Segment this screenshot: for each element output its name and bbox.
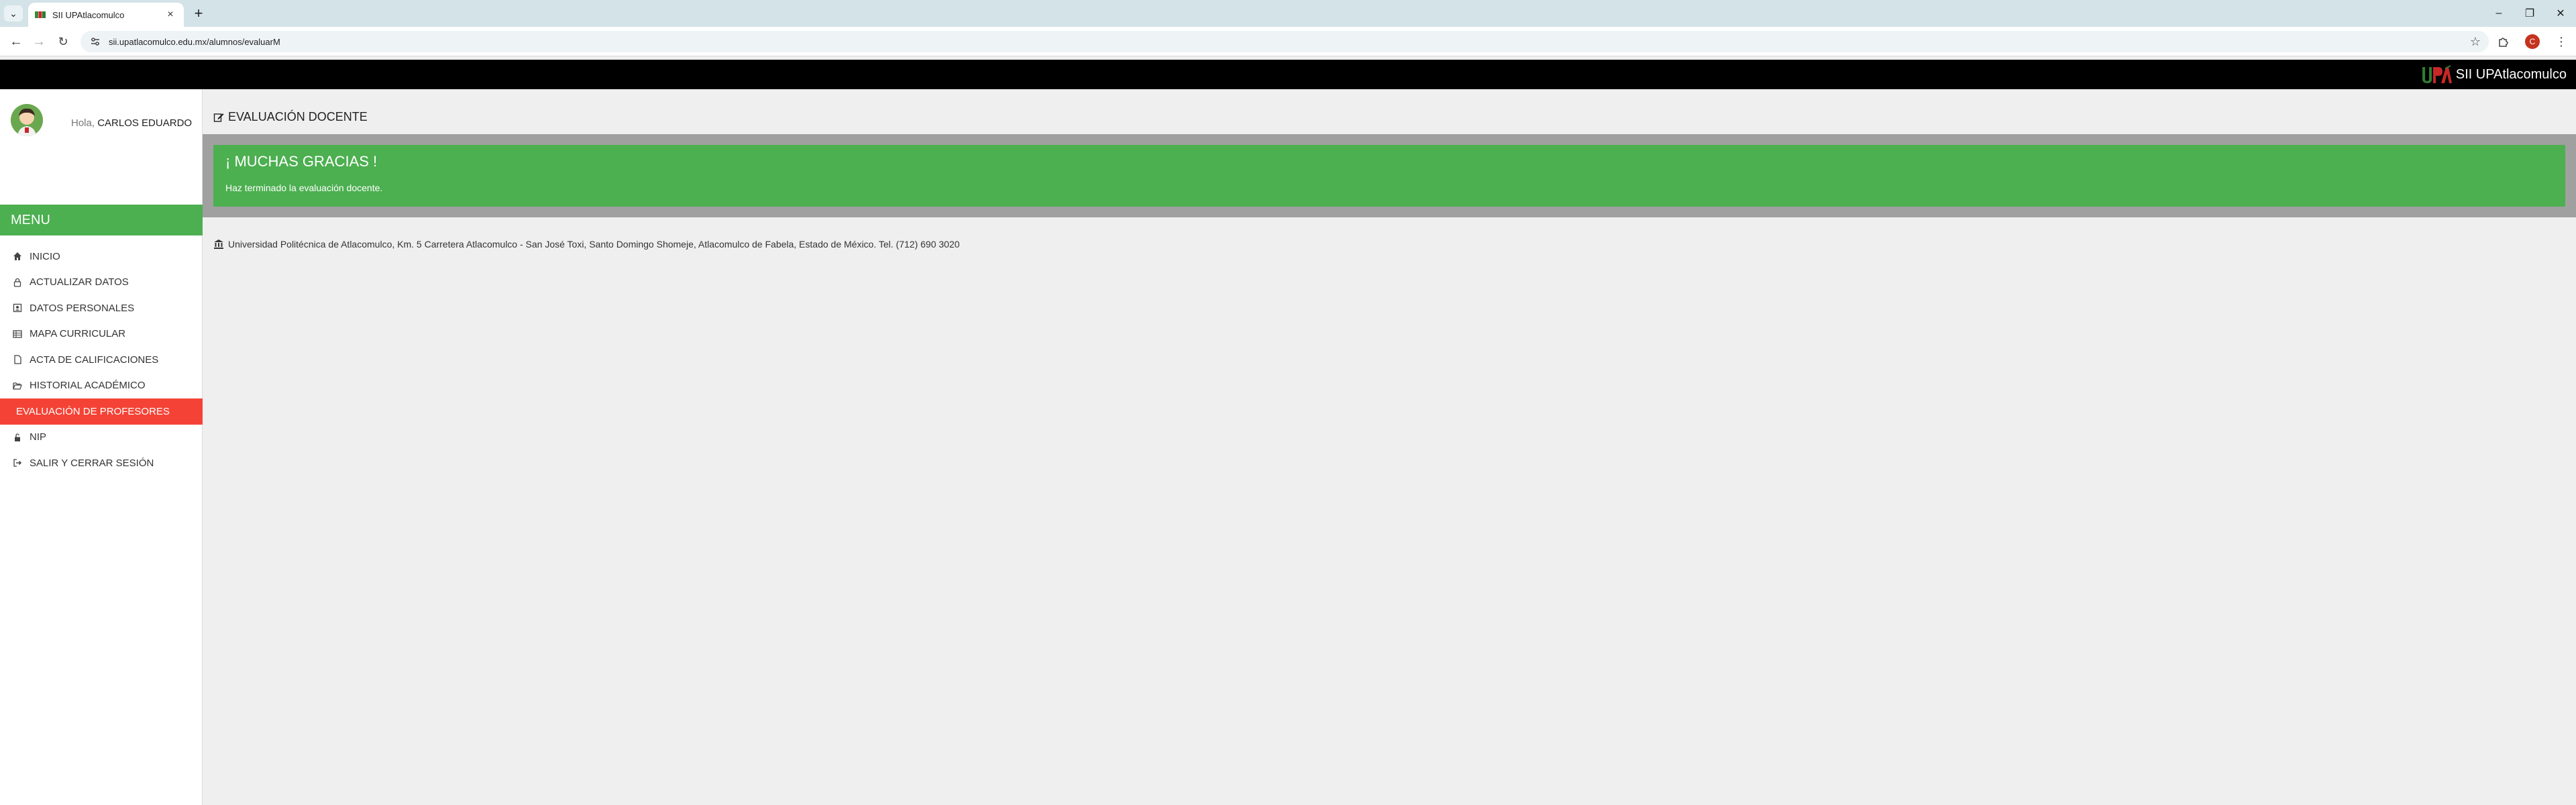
browser-tab-bar: ⌄ SII UPAtlacomulco × + – ❐ ✕: [0, 0, 2576, 27]
browser-tab[interactable]: SII UPAtlacomulco ×: [28, 3, 184, 27]
reload-button[interactable]: ↻: [54, 32, 72, 51]
folder-open-icon: [12, 380, 23, 391]
tab-title: SII UPAtlacomulco: [52, 9, 125, 20]
greeting-prefix: Hola,: [71, 117, 95, 129]
tab-close-icon[interactable]: ×: [164, 9, 177, 21]
forward-button[interactable]: →: [30, 32, 48, 51]
profile-avatar[interactable]: C: [2525, 34, 2540, 49]
window-controls: – ❐ ✕: [2483, 0, 2576, 27]
sidebar-item-actualizar-datos[interactable]: ACTUALIZAR DATOS: [0, 270, 203, 296]
page-title: EVALUACIÓN DOCENTE: [213, 110, 368, 124]
url-text[interactable]: sii.upatlacomulco.edu.mx/alumnos/evaluar…: [109, 37, 2470, 47]
page-title-text: EVALUACIÓN DOCENTE: [228, 110, 368, 123]
user-name: CARLOS EDUARDO: [97, 117, 193, 129]
sidebar-item-label: HISTORIAL ACADÉMICO: [30, 380, 146, 392]
sidebar-item-label: DATOS PERSONALES: [30, 302, 135, 314]
sidebar-item-label: ACTA DE CALIFICACIONES: [30, 354, 159, 366]
sidebar-item-mapa-curricular[interactable]: MAPA CURRICULAR: [0, 321, 203, 347]
new-tab-button[interactable]: +: [189, 4, 208, 23]
sidebar-menu: INICIO ACTUALIZAR DATOS DATOS PERSONALES…: [0, 244, 203, 476]
tab-search-button[interactable]: ⌄: [4, 5, 23, 21]
content-panel: ¡ MUCHAS GRACIAS ! Haz terminado la eval…: [203, 134, 2576, 217]
file-icon: [12, 354, 23, 365]
lock-icon: [12, 277, 23, 288]
app-header: SII UPAtlacomulco: [0, 60, 2576, 89]
upa-favicon-icon: [35, 9, 46, 20]
bookmark-star-icon[interactable]: ☆: [2470, 35, 2481, 49]
sidebar-item-historial-academico[interactable]: HISTORIAL ACADÉMICO: [0, 373, 203, 399]
alert-title: ¡ MUCHAS GRACIAS !: [225, 153, 378, 170]
sidebar-item-label: INICIO: [30, 250, 60, 262]
sidebar-item-label: NIP: [30, 431, 47, 443]
close-window-button[interactable]: ✕: [2545, 0, 2576, 27]
university-icon: [213, 239, 224, 250]
back-button[interactable]: ←: [7, 32, 25, 51]
brand-text: SII UPAtlacomulco: [2455, 66, 2567, 82]
user-box: Hola, CARLOS EDUARDO: [0, 89, 203, 203]
success-alert: ¡ MUCHAS GRACIAS ! Haz terminado la eval…: [213, 145, 2565, 207]
footer: Universidad Politécnica de Atlacomulco, …: [213, 239, 960, 250]
minimize-button[interactable]: –: [2483, 0, 2514, 27]
sidebar-item-salir[interactable]: SALIR Y CERRAR SESIÓN: [0, 450, 203, 476]
sidebar-item-nip[interactable]: NIP: [0, 425, 203, 451]
sidebar-item-datos-personales[interactable]: DATOS PERSONALES: [0, 295, 203, 321]
edit-icon: [213, 112, 224, 123]
site-info-icon[interactable]: [89, 35, 102, 48]
sidebar-item-label: ACTUALIZAR DATOS: [30, 276, 129, 288]
sidebar-item-label: EVALUACIÓN DE PROFESORES: [16, 405, 170, 417]
browser-toolbar: ← → ↻ sii.upatlacomulco.edu.mx/alumnos/e…: [0, 27, 2576, 56]
upa-logo-icon: [2421, 64, 2452, 85]
sign-out-icon: [12, 458, 23, 468]
extensions-icon[interactable]: [2494, 32, 2513, 51]
home-icon: [12, 251, 23, 262]
table-icon: [12, 329, 23, 339]
browser-menu-icon[interactable]: ⋮: [2552, 32, 2571, 51]
greeting: Hola, CARLOS EDUARDO: [71, 117, 192, 129]
sidebar-item-label: MAPA CURRICULAR: [30, 328, 126, 340]
unlock-icon: [12, 432, 23, 443]
restore-button[interactable]: ❐: [2514, 0, 2545, 27]
footer-text: Universidad Politécnica de Atlacomulco, …: [228, 239, 960, 250]
sidebar-item-inicio[interactable]: INICIO: [0, 244, 203, 270]
menu-title: MENU: [0, 205, 203, 235]
address-bar[interactable]: sii.upatlacomulco.edu.mx/alumnos/evaluar…: [80, 31, 2489, 52]
brand[interactable]: SII UPAtlacomulco: [2421, 64, 2567, 85]
sidebar-item-evaluacion-de-profesores[interactable]: EVALUACIÓN DE PROFESORES: [0, 398, 203, 425]
avatar: [11, 104, 43, 136]
sidebar-item-label: SALIR Y CERRAR SESIÓN: [30, 457, 154, 469]
id-card-icon: [12, 303, 23, 313]
sidebar: Hola, CARLOS EDUARDO MENU INICIO ACTUALI…: [0, 89, 203, 805]
sidebar-item-acta-de-calificaciones[interactable]: ACTA DE CALIFICACIONES: [0, 347, 203, 373]
alert-text: Haz terminado la evaluación docente.: [225, 182, 383, 193]
